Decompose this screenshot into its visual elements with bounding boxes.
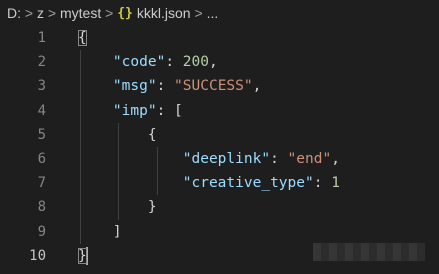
line-number: 6 xyxy=(37,150,46,167)
breadcrumb-folder-mytest[interactable]: mytest xyxy=(60,5,101,21)
json-punctuation: ] xyxy=(78,223,122,240)
line-number: 2 xyxy=(37,54,46,71)
json-punctuation xyxy=(78,151,183,167)
json-punctuation: { xyxy=(78,126,157,143)
line-number: 9 xyxy=(37,223,46,240)
json-punctuation: : [ xyxy=(156,102,183,119)
line-number: 5 xyxy=(37,126,46,143)
code-area[interactable]: { "code": 200, "msg": "SUCCESS", "imp": … xyxy=(78,26,439,268)
chevron-right-icon: > xyxy=(194,5,203,21)
code-line[interactable]: "msg": "SUCCESS", xyxy=(78,74,439,98)
breadcrumb-symbols[interactable]: ... xyxy=(207,5,219,21)
breadcrumb-drive[interactable]: D: xyxy=(7,5,21,21)
line-number: 4 xyxy=(37,102,46,119)
code-line[interactable]: ] xyxy=(78,220,439,244)
code-line[interactable]: "deeplink": "end", xyxy=(78,147,439,171)
code-editor[interactable]: D: > z > mytest > {} kkkl.json > ... 1 2… xyxy=(0,0,439,274)
json-punctuation: , xyxy=(208,54,218,71)
code-line[interactable]: { xyxy=(78,123,439,147)
json-punctuation: { xyxy=(78,30,87,46)
line-number: 7 xyxy=(37,175,46,192)
json-punctuation xyxy=(78,78,113,94)
breadcrumb-folder-z[interactable]: z xyxy=(37,5,44,21)
breadcrumb: D: > z > mytest > {} kkkl.json > ... xyxy=(0,0,439,26)
code-line[interactable]: "creative_type": 1 xyxy=(78,171,439,195)
json-key: "imp" xyxy=(112,102,157,119)
json-key: "deeplink" xyxy=(182,150,271,167)
text-cursor xyxy=(85,246,88,265)
json-file-icon: {} xyxy=(117,5,133,21)
json-string-value: "end" xyxy=(287,150,332,167)
chevron-right-icon: > xyxy=(24,5,34,21)
json-number-value: 200 xyxy=(182,54,209,71)
json-punctuation: , xyxy=(252,78,262,95)
json-punctuation: : xyxy=(313,175,332,192)
line-number: 1 xyxy=(37,30,46,46)
json-punctuation xyxy=(78,103,113,119)
json-punctuation xyxy=(78,54,113,70)
json-punctuation: , xyxy=(331,150,340,167)
code-line[interactable]: "code": 200, xyxy=(78,50,439,74)
breadcrumb-file[interactable]: kkkl.json xyxy=(137,5,191,21)
json-string-value: "SUCCESS" xyxy=(174,78,253,95)
json-number-value: 1 xyxy=(331,175,340,192)
json-punctuation xyxy=(78,175,183,191)
json-punctuation: : xyxy=(156,78,175,95)
redacted-region xyxy=(313,243,425,261)
line-number: 8 xyxy=(37,199,46,216)
json-key: "code" xyxy=(112,54,166,71)
line-number-gutter: 1 2 3 4 5 6 7 8 9 10 xyxy=(0,26,55,268)
code-line[interactable]: "imp": [ xyxy=(78,99,439,123)
json-key: "msg" xyxy=(112,78,157,95)
line-number: 3 xyxy=(37,78,46,95)
line-number-active: 10 xyxy=(29,247,46,264)
code-line[interactable]: } xyxy=(78,195,439,219)
json-punctuation: : xyxy=(270,150,288,167)
json-key: "creative_type" xyxy=(182,175,314,192)
json-punctuation: : xyxy=(165,54,183,71)
chevron-right-icon: > xyxy=(47,5,57,21)
code-line[interactable]: { xyxy=(78,26,439,50)
chevron-right-icon: > xyxy=(105,5,114,21)
json-punctuation: } xyxy=(78,199,157,216)
